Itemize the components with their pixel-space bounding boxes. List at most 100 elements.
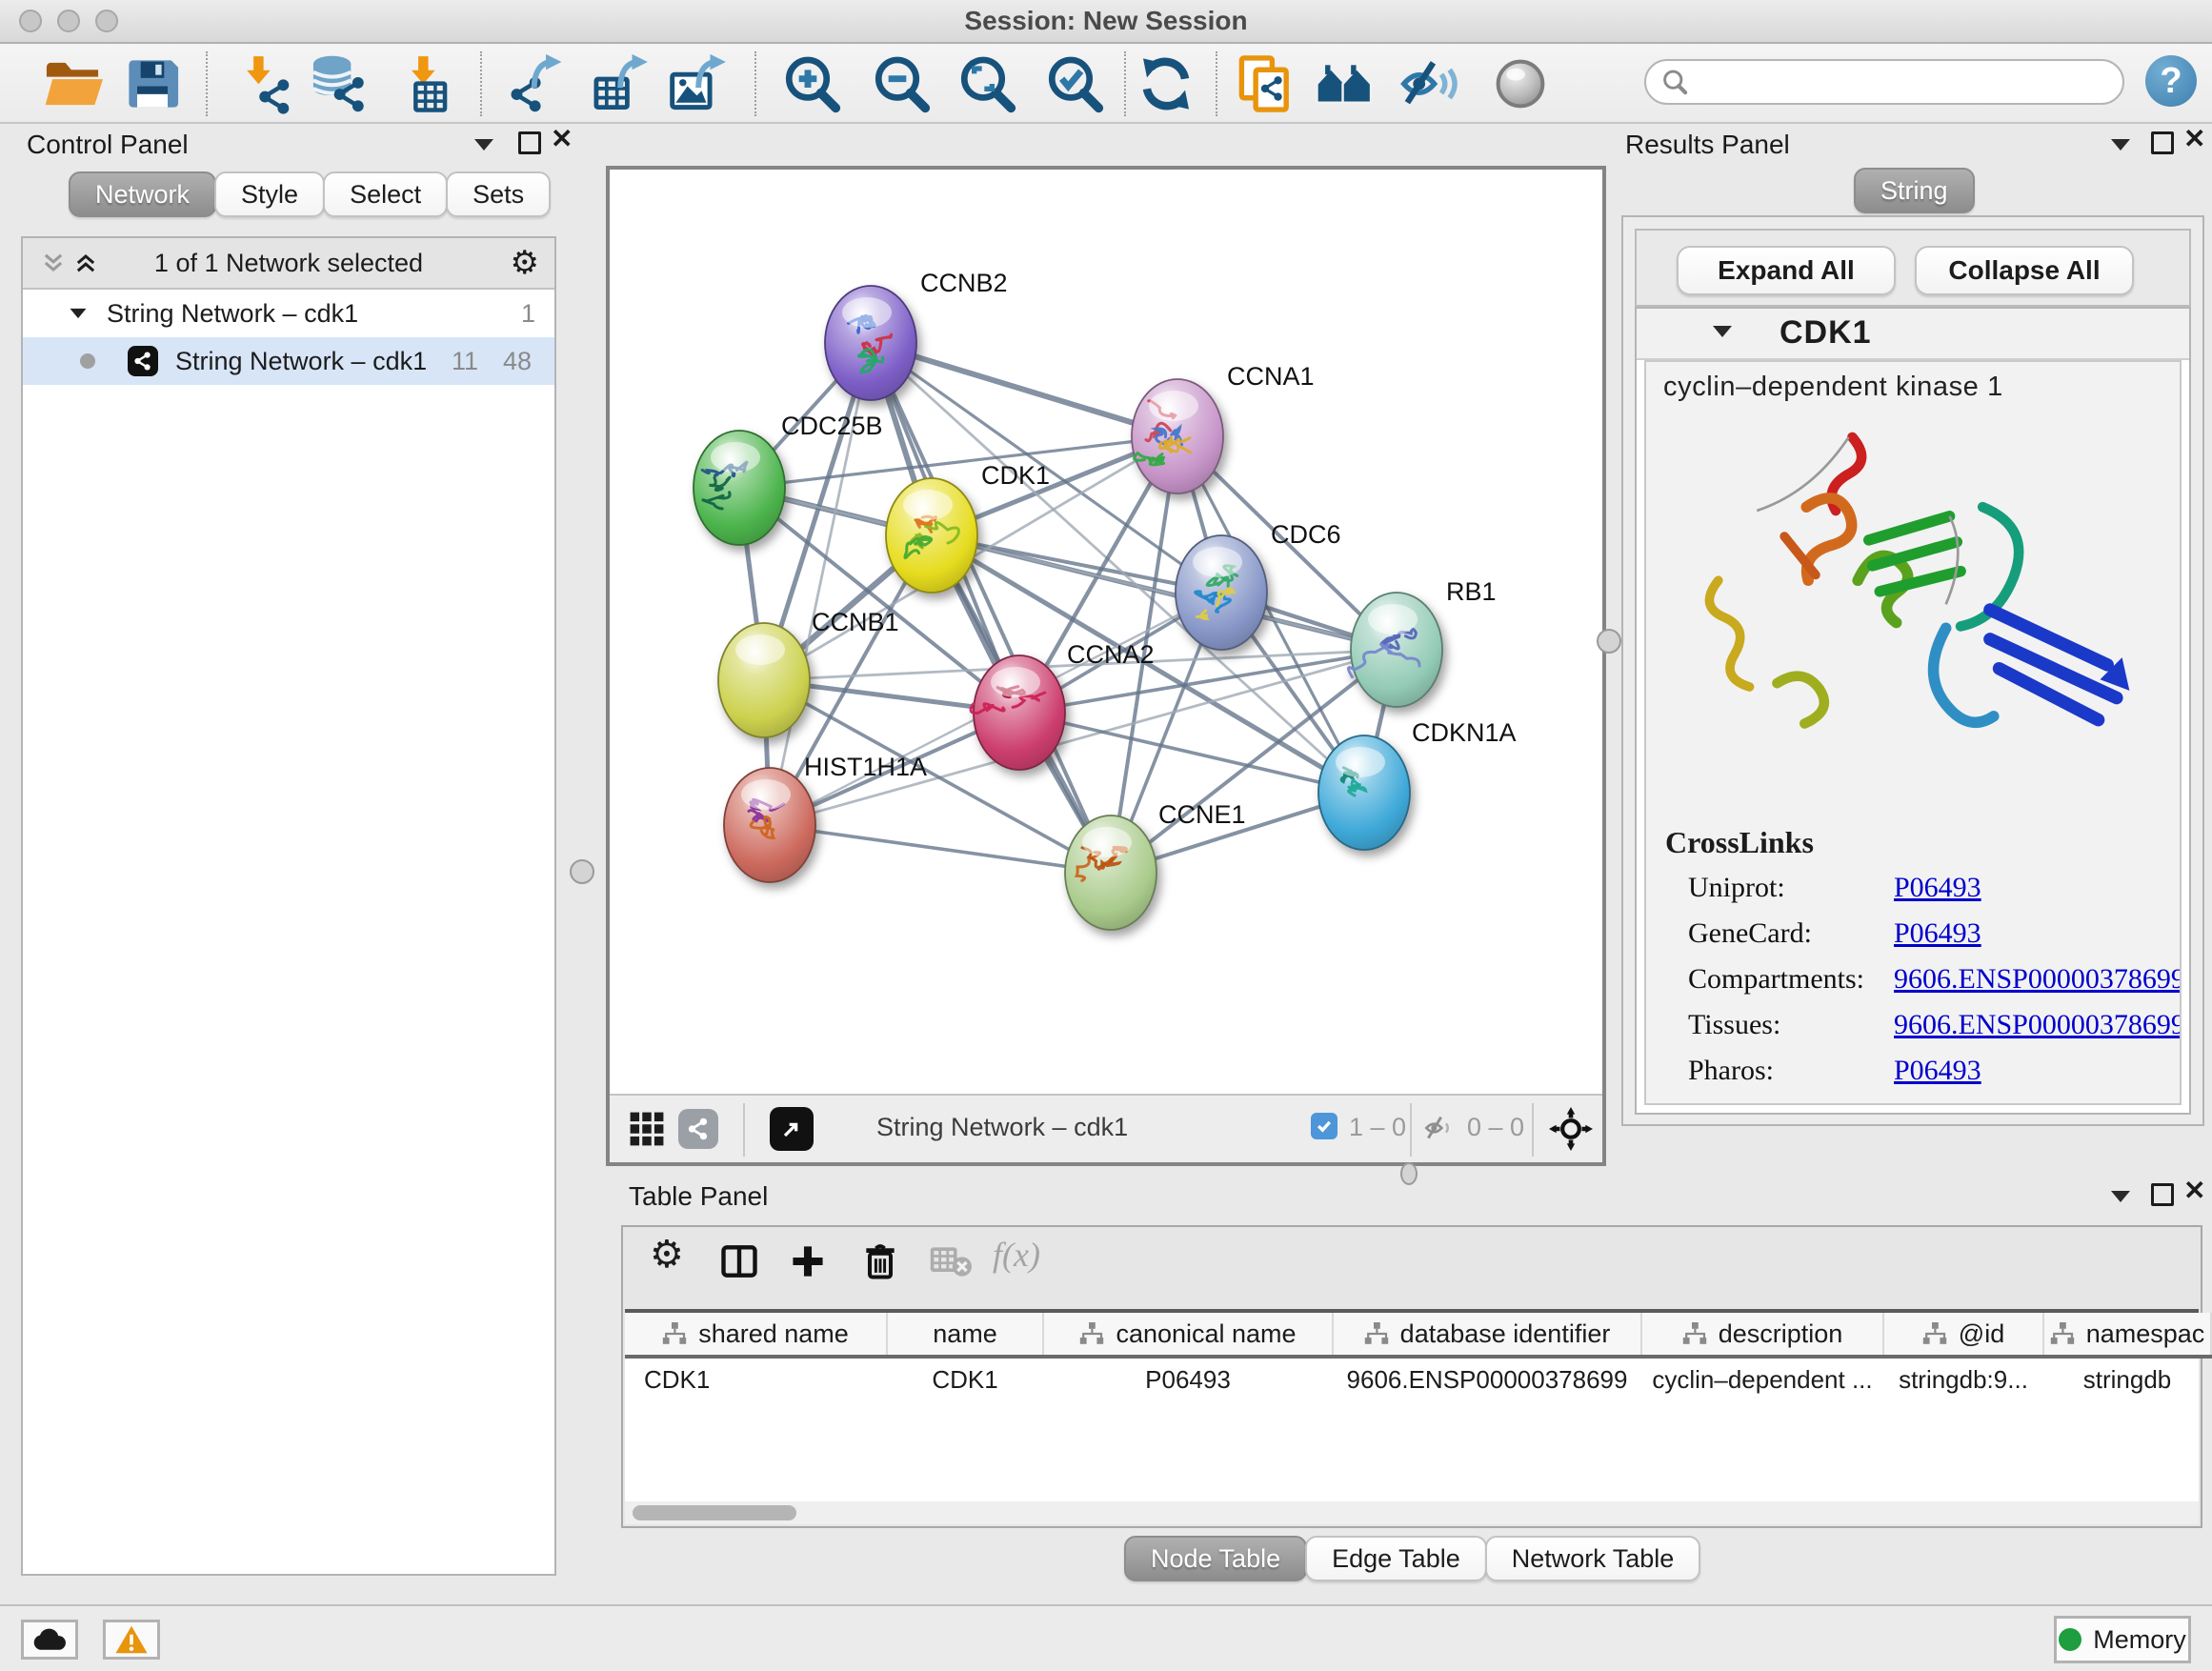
- zoom-in-icon[interactable]: [781, 53, 842, 114]
- scrollbar-thumb[interactable]: [633, 1505, 796, 1520]
- add-column-icon[interactable]: [787, 1240, 829, 1282]
- crosslink-value-link[interactable]: P06493: [1894, 1055, 1981, 1087]
- table-cell[interactable]: 9606.ENSP00000378699: [1333, 1357, 1641, 1400]
- node-CDKN1A[interactable]: [1318, 735, 1410, 850]
- expand-all-button[interactable]: Expand All: [1677, 246, 1896, 295]
- node-CDC25B[interactable]: [694, 431, 785, 545]
- column-header-shared-name[interactable]: shared name: [625, 1313, 887, 1357]
- hidden-eye-icon[interactable]: [1423, 1113, 1458, 1143]
- open-session-icon[interactable]: [42, 53, 103, 114]
- save-session-icon[interactable]: [122, 53, 183, 114]
- hide-selected-icon[interactable]: [1400, 53, 1461, 114]
- node-RB1[interactable]: [1348, 593, 1442, 707]
- tab-network-table[interactable]: Network Table: [1485, 1536, 1701, 1581]
- control-panel-float-icon[interactable]: [518, 131, 541, 154]
- import-table-icon[interactable]: [396, 53, 457, 114]
- table-row[interactable]: CDK1CDK1P064939606.ENSP00000378699cyclin…: [625, 1357, 2211, 1400]
- tab-string[interactable]: String: [1854, 168, 1975, 213]
- section-expander-icon[interactable]: [1713, 326, 1732, 337]
- table-cell[interactable]: stringdb: [2043, 1357, 2211, 1400]
- tab-select[interactable]: Select: [323, 171, 448, 217]
- horizontal-splitter-handle[interactable]: [1400, 1162, 1418, 1185]
- node-CCNA1[interactable]: [1132, 379, 1223, 493]
- export-table-icon[interactable]: [591, 53, 652, 114]
- table-cell[interactable]: P06493: [1043, 1357, 1333, 1400]
- table-panel-float-icon[interactable]: [2151, 1183, 2174, 1206]
- tab-network[interactable]: Network: [69, 171, 216, 217]
- column-header-name[interactable]: name: [887, 1313, 1043, 1357]
- pan-crosshair-icon[interactable]: [1549, 1107, 1593, 1151]
- gene-section-header[interactable]: CDK1: [1637, 309, 2189, 360]
- results-panel-menu-icon[interactable]: [2111, 139, 2130, 151]
- selected-checkbox-icon[interactable]: [1311, 1113, 1337, 1139]
- crosslink-value-link[interactable]: P06493: [1894, 917, 1981, 950]
- column-header-description[interactable]: description: [1641, 1313, 1883, 1357]
- clone-network-icon[interactable]: [1235, 53, 1296, 114]
- help-icon[interactable]: ?: [2145, 55, 2197, 107]
- search-field[interactable]: [1644, 59, 2124, 105]
- table-panel-close-icon[interactable]: ✕: [2183, 1181, 2205, 1200]
- refresh-icon[interactable]: [1136, 53, 1196, 114]
- network-graph[interactable]: CCNB2CCNA1CDC25BCDK1CDC6RB1CCNB1CCNA2CDK…: [610, 170, 1602, 1094]
- table-panel-menu-icon[interactable]: [2111, 1191, 2130, 1202]
- node-HIST1H1A[interactable]: [724, 768, 815, 882]
- import-network-file-icon[interactable]: [236, 53, 297, 114]
- vertical-splitter-handle[interactable]: [570, 859, 594, 884]
- column-header-namespac[interactable]: namespac: [2043, 1313, 2211, 1357]
- table-cell[interactable]: stringdb:9...: [1883, 1357, 2043, 1400]
- control-panel-close-icon[interactable]: ✕: [551, 130, 573, 149]
- delete-column-icon[interactable]: [859, 1240, 901, 1282]
- collapse-all-button[interactable]: Collapse All: [1915, 246, 2134, 295]
- table-cell[interactable]: CDK1: [625, 1357, 887, 1400]
- vertical-splitter-handle[interactable]: [1597, 629, 1621, 654]
- show-all-icon[interactable]: [1490, 53, 1551, 114]
- node-CCNB1[interactable]: [718, 623, 810, 737]
- network-selection-bar: 1 of 1 Network selected ⚙: [23, 238, 554, 290]
- warning-button[interactable]: [103, 1620, 160, 1660]
- column-header-database-identifier[interactable]: database identifier: [1333, 1313, 1641, 1357]
- node-CDC6[interactable]: [1176, 535, 1267, 650]
- crosslink-value-link[interactable]: P06493: [1894, 872, 1981, 904]
- memory-button[interactable]: Memory: [2054, 1616, 2191, 1663]
- crosslink-value-link[interactable]: 9606.ENSP00000378699: [1894, 1009, 2182, 1041]
- zoom-selected-icon[interactable]: [1044, 53, 1105, 114]
- node-CCNE1[interactable]: [1065, 815, 1156, 930]
- network-collection-row[interactable]: String Network – cdk1 1: [23, 290, 554, 337]
- column-header-canonical-name[interactable]: canonical name: [1043, 1313, 1333, 1357]
- gear-icon[interactable]: ⚙: [511, 238, 539, 288]
- column-header-@id[interactable]: @id: [1883, 1313, 2043, 1357]
- node-CCNB2[interactable]: [825, 286, 916, 400]
- search-input[interactable]: [1688, 66, 2077, 99]
- network-share-icon[interactable]: [678, 1109, 718, 1149]
- table-horizontal-scrollbar[interactable]: [625, 1501, 2199, 1524]
- tab-style[interactable]: Style: [214, 171, 325, 217]
- birdseye-toggle-icon[interactable]: [770, 1107, 814, 1151]
- node-CCNA2[interactable]: [971, 655, 1065, 770]
- import-network-database-icon[interactable]: [309, 53, 370, 114]
- crosslink-row: Tissues:9606.ENSP00000378699: [1665, 1009, 2182, 1041]
- network-view[interactable]: CCNB2CCNA1CDC25BCDK1CDC6RB1CCNB1CCNA2CDK…: [606, 166, 1606, 1166]
- zoom-fit-icon[interactable]: [956, 53, 1017, 114]
- export-network-icon[interactable]: [507, 53, 568, 114]
- node-CDK1[interactable]: [886, 478, 977, 593]
- hidden-counts: 0 – 0: [1467, 1113, 1524, 1142]
- tab-sets[interactable]: Sets: [446, 171, 551, 217]
- node-attribute-table[interactable]: shared namenamecanonical namedatabase id…: [625, 1309, 2199, 1509]
- columns-icon[interactable]: [718, 1240, 760, 1282]
- table-cell[interactable]: cyclin–dependent ...: [1641, 1357, 1883, 1400]
- tab-node-table[interactable]: Node Table: [1124, 1536, 1307, 1581]
- collection-expander-icon[interactable]: [70, 309, 87, 318]
- grid-toggle-icon[interactable]: [629, 1111, 665, 1147]
- table-cell[interactable]: CDK1: [887, 1357, 1043, 1400]
- tab-edge-table[interactable]: Edge Table: [1305, 1536, 1487, 1581]
- first-neighbors-icon[interactable]: [1315, 53, 1376, 114]
- results-panel-close-icon[interactable]: ✕: [2183, 130, 2205, 149]
- zoom-out-icon[interactable]: [871, 53, 932, 114]
- network-row[interactable]: String Network – cdk1 11 48: [23, 337, 554, 385]
- control-panel-menu-icon[interactable]: [474, 139, 493, 151]
- table-gear-icon[interactable]: ⚙: [650, 1233, 684, 1277]
- results-panel-float-icon[interactable]: [2151, 131, 2174, 154]
- crosslink-value-link[interactable]: 9606.ENSP00000378699: [1894, 963, 2182, 996]
- export-image-icon[interactable]: [669, 53, 730, 114]
- cloud-button[interactable]: [21, 1620, 78, 1660]
